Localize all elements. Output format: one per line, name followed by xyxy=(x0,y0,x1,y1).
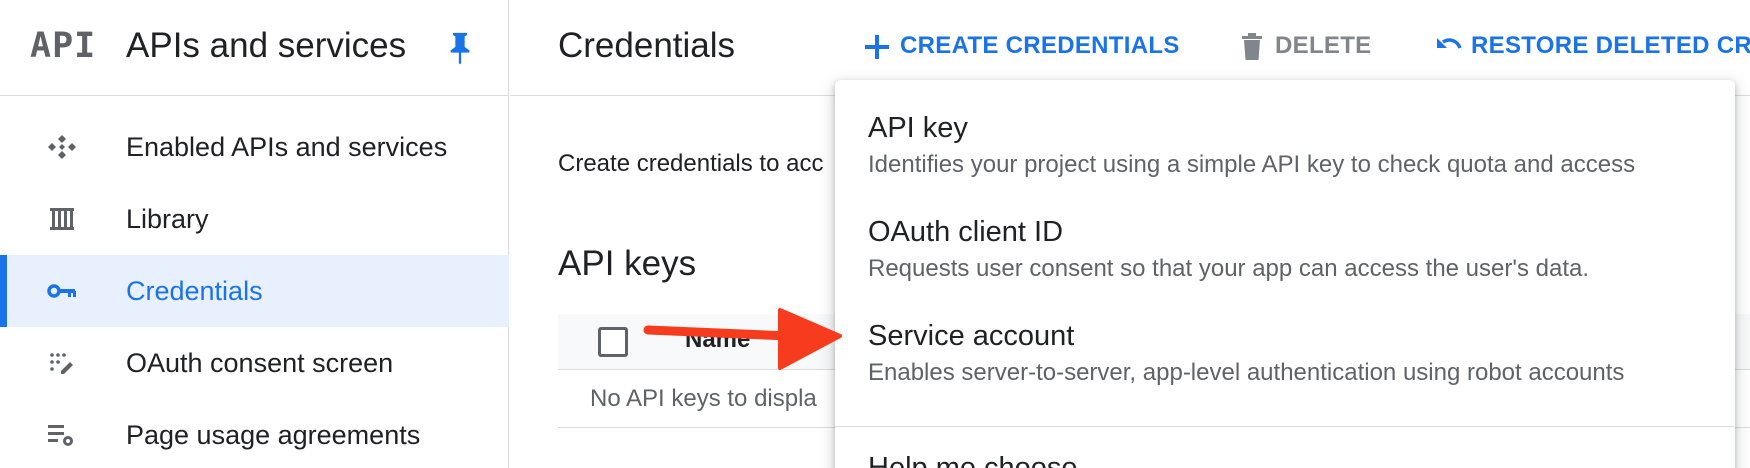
page-description: Create credentials to acc xyxy=(558,150,824,177)
column-header-name[interactable]: Name xyxy=(685,324,750,356)
sidebar-item-enabled-apis[interactable]: Enabled APIs and services xyxy=(0,111,509,183)
menu-item-title: Help me choose xyxy=(868,452,1078,468)
api-logo: API xyxy=(30,26,97,66)
sidebar-item-label: OAuth consent screen xyxy=(126,348,394,378)
create-credentials-menu: API key Identifies your project using a … xyxy=(835,80,1735,468)
pin-icon[interactable] xyxy=(446,30,474,66)
key-icon xyxy=(47,284,76,298)
delete-label: DELETE xyxy=(1275,32,1372,59)
delete-button[interactable]: DELETE xyxy=(1237,28,1397,64)
sidebar-item-label: Credentials xyxy=(126,276,263,306)
create-credentials-button[interactable]: CREATE CREDENTIALS xyxy=(862,28,1192,64)
consent-icon xyxy=(50,353,73,374)
enabled-apis-icon xyxy=(48,135,76,159)
menu-item-help-me-choose[interactable]: Help me choose xyxy=(835,80,1735,468)
select-all-checkbox[interactable] xyxy=(598,327,628,357)
restore-deleted-credentials-button[interactable]: RESTORE DELETED CRE xyxy=(1433,28,1750,64)
sidebar-item-label: Page usage agreements xyxy=(126,420,421,450)
api-keys-heading: API keys xyxy=(558,244,697,283)
sidebar-header: API APIs and services xyxy=(0,0,509,96)
settings-list-icon xyxy=(48,425,73,446)
restore-label: RESTORE DELETED CRE xyxy=(1471,32,1750,59)
sidebar-item-credentials[interactable]: Credentials xyxy=(0,255,509,327)
empty-state-text: No API keys to displa xyxy=(590,385,817,412)
sidebar-item-label: Library xyxy=(126,204,209,234)
sidebar-item-page-usage[interactable]: Page usage agreements xyxy=(0,399,509,468)
page-title: Credentials xyxy=(558,26,736,65)
trash-icon xyxy=(1242,33,1262,60)
sidebar: API APIs and services Enabled APIs and s… xyxy=(0,0,509,468)
library-icon xyxy=(50,208,74,230)
create-credentials-label: CREATE CREDENTIALS xyxy=(900,32,1180,59)
plus-icon xyxy=(865,35,889,59)
sidebar-item-library[interactable]: Library xyxy=(0,183,509,255)
undo-icon xyxy=(1437,38,1462,49)
sidebar-title: APIs and services xyxy=(126,26,407,65)
sidebar-item-label: Enabled APIs and services xyxy=(126,132,448,162)
sidebar-item-oauth-consent[interactable]: OAuth consent screen xyxy=(0,327,509,399)
